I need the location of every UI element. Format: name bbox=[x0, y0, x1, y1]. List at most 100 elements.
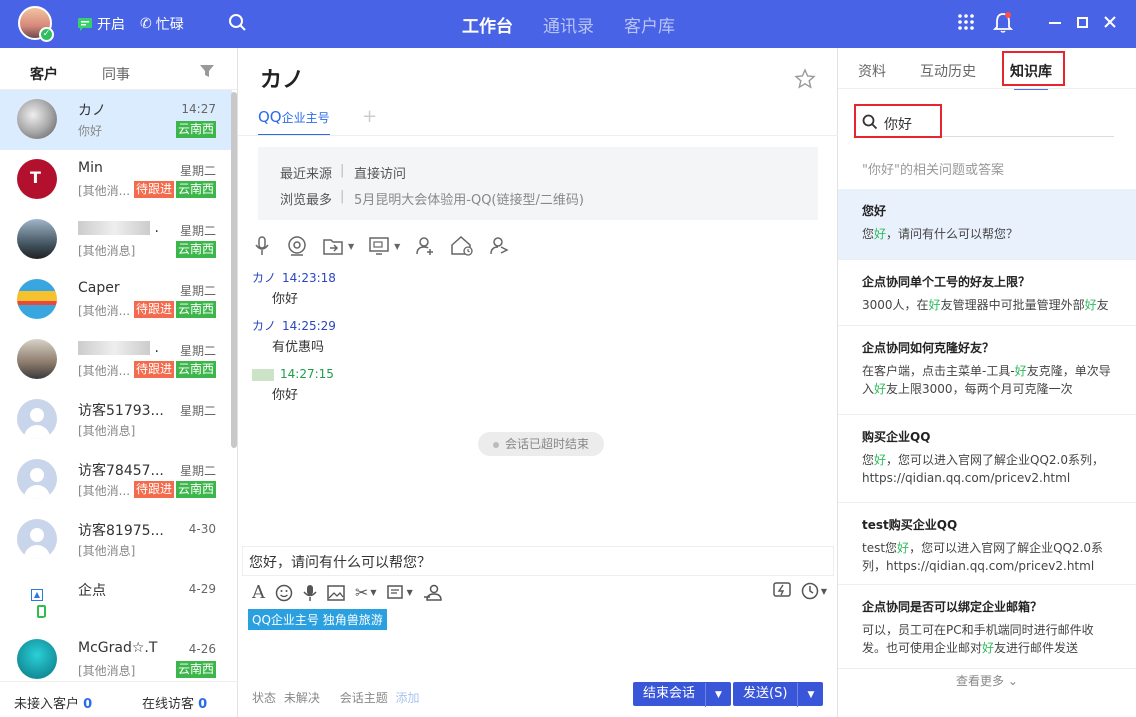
unaccepted-customers[interactable]: 未接入客户 0 bbox=[14, 693, 92, 712]
sidebar-footer: 未接入客户 0 在线访客 0 bbox=[0, 681, 238, 717]
tab-colleagues[interactable]: 同事 bbox=[102, 64, 130, 84]
kb-result-item[interactable]: 企点协同是否可以绑定企业邮箱？ 可以，员工可在PC和手机端同时进行邮件收发。也可使… bbox=[838, 585, 1136, 669]
highlight-text: 好 bbox=[874, 382, 887, 396]
tab-customers[interactable]: 客户 bbox=[30, 64, 58, 92]
contact-item[interactable]: McGrad☆.T [其他消息] 4-26 云南西 bbox=[0, 630, 232, 680]
message-list: カノ 14:23:18 你好 カノ 14:25:29 有优惠吗 14:27:15 你好 bbox=[252, 268, 822, 412]
status-busy-button[interactable]: ✆ 忙碌 bbox=[140, 14, 184, 34]
view-more-link[interactable]: 查看更多 ⌄ bbox=[838, 672, 1136, 689]
notification-bell-icon[interactable] bbox=[993, 12, 1013, 34]
tab-interaction-history[interactable]: 互动历史 bbox=[920, 61, 976, 81]
contact-item[interactable]: 访客78457... [其他消... 星期二 待跟进 云南西 bbox=[0, 450, 232, 510]
status-value[interactable]: 未解决 bbox=[284, 691, 320, 705]
add-contact-icon[interactable] bbox=[414, 235, 436, 257]
end-session-button[interactable]: 结束会话 ▼ bbox=[633, 682, 732, 707]
search-icon[interactable] bbox=[228, 13, 248, 33]
quick-phrase-icon[interactable] bbox=[773, 582, 791, 600]
contact-avatar[interactable] bbox=[17, 339, 57, 379]
kb-result-item[interactable]: 企点协同如何克隆好友？ 在客户端，点击主菜单-工具-好友克隆，单次导入好友上限30… bbox=[838, 326, 1136, 415]
contact-item[interactable]: Caper [其他消... 星期二 待跟进 云南西 bbox=[0, 270, 232, 330]
nav-customer-library[interactable]: 客户库 bbox=[624, 12, 675, 37]
blurred-sender bbox=[252, 368, 274, 381]
transfer-button[interactable]: ▼ bbox=[322, 236, 354, 256]
video-icon[interactable] bbox=[286, 235, 308, 257]
image-icon[interactable] bbox=[327, 584, 345, 601]
kb-result-item[interactable]: test购买企业QQ test您好，您可以进入官网了解企业QQ2.0系列，http… bbox=[838, 503, 1136, 585]
online-visitors[interactable]: 在线访客 0 bbox=[142, 693, 207, 712]
end-session-label: 结束会话 bbox=[643, 686, 696, 701]
account-pill[interactable]: QQ企业主号 独角兽旅游 bbox=[248, 609, 387, 630]
topic-add-link[interactable]: 添加 bbox=[396, 691, 420, 705]
filter-icon[interactable] bbox=[200, 65, 214, 77]
emoji-icon[interactable] bbox=[275, 584, 293, 602]
highlight-text: 好 bbox=[1084, 298, 1097, 312]
microphone-icon[interactable] bbox=[303, 584, 317, 602]
chat-toolbar: ▼ ▼ bbox=[252, 235, 510, 257]
contact-item[interactable]: . [其他消... 星期二 待跟进 云南西 bbox=[0, 330, 232, 390]
kb-result-item[interactable]: 您好 您好，请问有什么可以帮您？ bbox=[838, 189, 1136, 260]
maximize-icon[interactable] bbox=[1077, 17, 1088, 28]
contact-item[interactable]: T Min [其他消... 星期二 待跟进 云南西 bbox=[0, 150, 232, 210]
contact-list: カノ 你好 14:27 云南西 T Min [其他消... 星期二 待跟进 云南西 . [其他消息]… bbox=[0, 90, 232, 680]
close-icon[interactable] bbox=[1104, 16, 1116, 28]
message-input[interactable]: 您好，请问有什么可以帮您？ bbox=[242, 546, 834, 576]
divider bbox=[838, 88, 1136, 89]
contact-avatar[interactable] bbox=[17, 399, 57, 439]
contact-item[interactable]: カノ 你好 14:27 云南西 bbox=[0, 90, 232, 150]
contact-avatar[interactable] bbox=[17, 639, 57, 679]
contact-avatar[interactable] bbox=[17, 219, 57, 259]
home-visit-icon[interactable] bbox=[450, 235, 474, 257]
contact-name: McGrad☆.T bbox=[78, 640, 157, 656]
send-button[interactable]: 发送(S) ▼ bbox=[733, 682, 824, 707]
source-row: 最近来源 | 直接访问 bbox=[280, 163, 407, 182]
tab-profile[interactable]: 资料 bbox=[858, 61, 886, 81]
star-icon[interactable] bbox=[794, 68, 816, 90]
voice-icon[interactable] bbox=[252, 235, 272, 257]
chevron-down-icon[interactable]: ▼ bbox=[705, 683, 731, 707]
font-icon[interactable]: A bbox=[252, 582, 265, 603]
source-label: 最近来源 bbox=[280, 167, 333, 182]
invite-user-icon[interactable] bbox=[488, 235, 510, 257]
history-button[interactable]: ▼ bbox=[801, 582, 827, 600]
contact-item[interactable]: 访客81975... [其他消息] 4-30 bbox=[0, 510, 232, 570]
contact-avatar[interactable] bbox=[17, 279, 57, 319]
contact-avatar[interactable] bbox=[17, 459, 57, 499]
contact-avatar[interactable]: T bbox=[17, 159, 57, 199]
screenshot-button[interactable]: ✂ ▼ bbox=[355, 583, 377, 602]
contact-time: 4-26 bbox=[188, 642, 216, 656]
contact-list-scrollbar[interactable] bbox=[231, 92, 237, 448]
status-open-button[interactable]: 开启 bbox=[77, 14, 125, 34]
kb-result-item[interactable]: 购买企业QQ 您好，您可以进入官网了解企业QQ2.0系列，https://qidi… bbox=[838, 415, 1136, 503]
message-sender[interactable]: カノ bbox=[252, 319, 276, 333]
contact-item[interactable]: ▲ 企点 4-29 bbox=[0, 570, 232, 630]
contact-name: 企点 bbox=[78, 580, 106, 600]
user-transfer-icon[interactable] bbox=[423, 584, 443, 602]
chevron-down-icon[interactable]: ▼ bbox=[797, 683, 823, 707]
nav-workbench[interactable]: 工作台 bbox=[462, 12, 513, 37]
contact-avatar[interactable] bbox=[17, 519, 57, 559]
minimize-icon[interactable] bbox=[1049, 22, 1061, 24]
contact-avatar[interactable] bbox=[17, 99, 57, 139]
highlight-box bbox=[854, 104, 942, 138]
chevron-down-icon: ▼ bbox=[820, 586, 827, 596]
status-busy-label: 忙碌 bbox=[155, 17, 184, 33]
nav-contacts[interactable]: 通讯录 bbox=[543, 12, 594, 37]
apps-grid-icon[interactable] bbox=[957, 13, 975, 31]
contact-name: 访客78457... bbox=[78, 460, 164, 480]
screen-share-button[interactable]: ▼ bbox=[368, 236, 400, 256]
user-avatar[interactable]: ✓ bbox=[18, 6, 54, 42]
tab-qq-account[interactable]: QQ企业主号 bbox=[258, 108, 330, 136]
quick-reply-button[interactable]: ▼ bbox=[386, 584, 413, 601]
contact-tag: 云南西 bbox=[175, 361, 216, 378]
kb-result-item[interactable]: 企点协同单个工号的好友上限？ 3000人，在好友管理器中可批量管理外部好友 bbox=[838, 260, 1136, 326]
message-sender[interactable]: カノ bbox=[252, 271, 276, 285]
add-tab-icon[interactable]: + bbox=[362, 106, 377, 127]
contact-avatar[interactable]: ▲ bbox=[17, 579, 57, 619]
highlight-text: 好 bbox=[982, 641, 995, 655]
answer-text: ，您可以进入官网了解企业QQ2.0系列，https://qidian.qq.co… bbox=[862, 453, 1105, 485]
browse-value[interactable]: 5月昆明大会体验用-QQ(链接型/二维码) bbox=[354, 189, 584, 208]
message-body: 有优惠吗 bbox=[272, 340, 325, 355]
contact-name-text: 企点 bbox=[78, 583, 106, 599]
contact-item[interactable]: 访客51793... [其他消息] 星期二 bbox=[0, 390, 232, 450]
contact-item[interactable]: . [其他消息] 星期二 云南西 bbox=[0, 210, 232, 270]
